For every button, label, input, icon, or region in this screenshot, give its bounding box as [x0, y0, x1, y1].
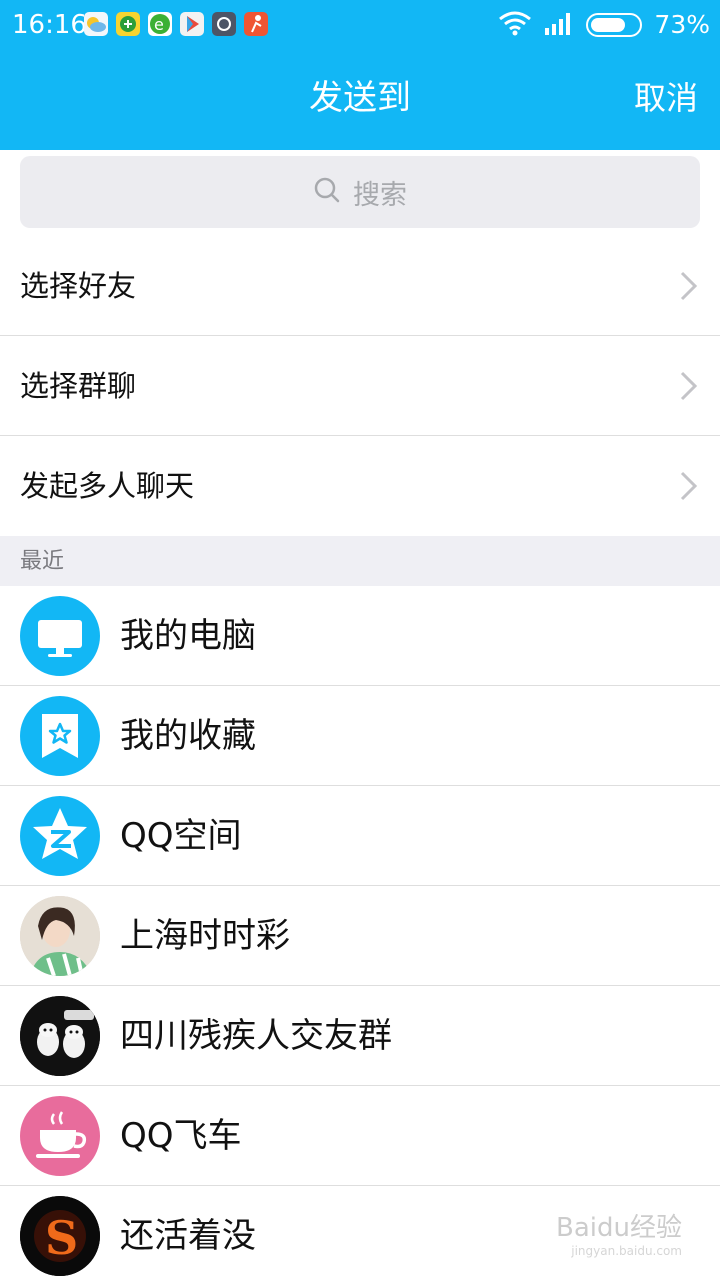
option-select-friends[interactable]: 选择好友: [0, 236, 720, 336]
battery-percent: 73%: [654, 10, 710, 39]
recent-item-name: 还活着没: [120, 1216, 256, 1256]
notification-icons: e: [84, 12, 268, 38]
recent-item-qzone[interactable]: QQ空间: [0, 786, 720, 886]
recent-item-name: QQ空间: [120, 816, 242, 856]
avatar-photo: [20, 996, 100, 1076]
recent-section-header: 最近: [0, 536, 720, 586]
title-bar: 发送到 取消: [0, 50, 720, 150]
avatar-photo: [20, 896, 100, 976]
svg-text:S: S: [45, 1211, 78, 1265]
coffee-cup-icon: [20, 1096, 100, 1176]
section-label: 最近: [20, 549, 65, 574]
battery-icon: [586, 13, 643, 37]
cancel-button[interactable]: 取消: [634, 76, 698, 120]
favorites-icon: [20, 696, 100, 776]
watermark-text: Baidu经验: [556, 1213, 682, 1243]
status-right: 73%: [498, 10, 710, 40]
recent-item-name: 我的电脑: [120, 616, 256, 656]
status-bar: 16:16 e 73%: [0, 0, 720, 50]
watermark-subtext: jingyan.baidu.com: [571, 1244, 682, 1258]
option-select-group[interactable]: 选择群聊: [0, 336, 720, 436]
play-store-icon: [180, 12, 204, 36]
recent-item-chat[interactable]: 上海时时彩: [0, 886, 720, 986]
page-title: 发送到: [309, 78, 411, 118]
chevron-right-icon: [678, 470, 700, 502]
option-label: 发起多人聊天: [20, 469, 195, 503]
weather-icon: [84, 12, 108, 36]
app-icon: [212, 12, 236, 36]
search-placeholder: 搜索: [353, 179, 407, 211]
browser-icon: e: [148, 12, 172, 36]
status-time: 16:16: [12, 10, 87, 40]
avatar-photo: S: [20, 1196, 100, 1276]
svg-text:e: e: [154, 15, 164, 34]
recent-item-name: 四川残疾人交友群: [120, 1016, 392, 1056]
battery-fill: [591, 18, 626, 32]
app-icon: [116, 12, 140, 36]
recent-item-name: 上海时时彩: [120, 916, 290, 956]
chevron-right-icon: [678, 370, 700, 402]
recent-item-my-computer[interactable]: 我的电脑: [0, 586, 720, 686]
recent-item-name: 我的收藏: [120, 716, 256, 756]
search-input[interactable]: 搜索: [20, 156, 700, 228]
qzone-icon: [20, 796, 100, 876]
top-bar: 16:16 e 73% 发送到 取消: [0, 0, 720, 150]
sports-app-icon: [244, 12, 268, 36]
recent-item-qq-speed[interactable]: QQ飞车: [0, 1086, 720, 1186]
option-label: 选择好友: [20, 269, 137, 303]
recent-item-group[interactable]: 四川残疾人交友群: [0, 986, 720, 1086]
search-area: 搜索: [0, 150, 720, 236]
wifi-icon: [498, 10, 532, 40]
option-start-multi-chat[interactable]: 发起多人聊天: [0, 436, 720, 536]
watermark: Baidu经验 jingyan.baidu.com: [556, 1207, 682, 1258]
signal-icon: [544, 10, 574, 40]
chevron-right-icon: [678, 270, 700, 302]
search-icon: [313, 176, 341, 208]
recent-item-name: QQ飞车: [120, 1116, 242, 1156]
computer-icon: [20, 596, 100, 676]
recent-item-my-favorites[interactable]: 我的收藏: [0, 686, 720, 786]
option-label: 选择群聊: [20, 369, 137, 403]
